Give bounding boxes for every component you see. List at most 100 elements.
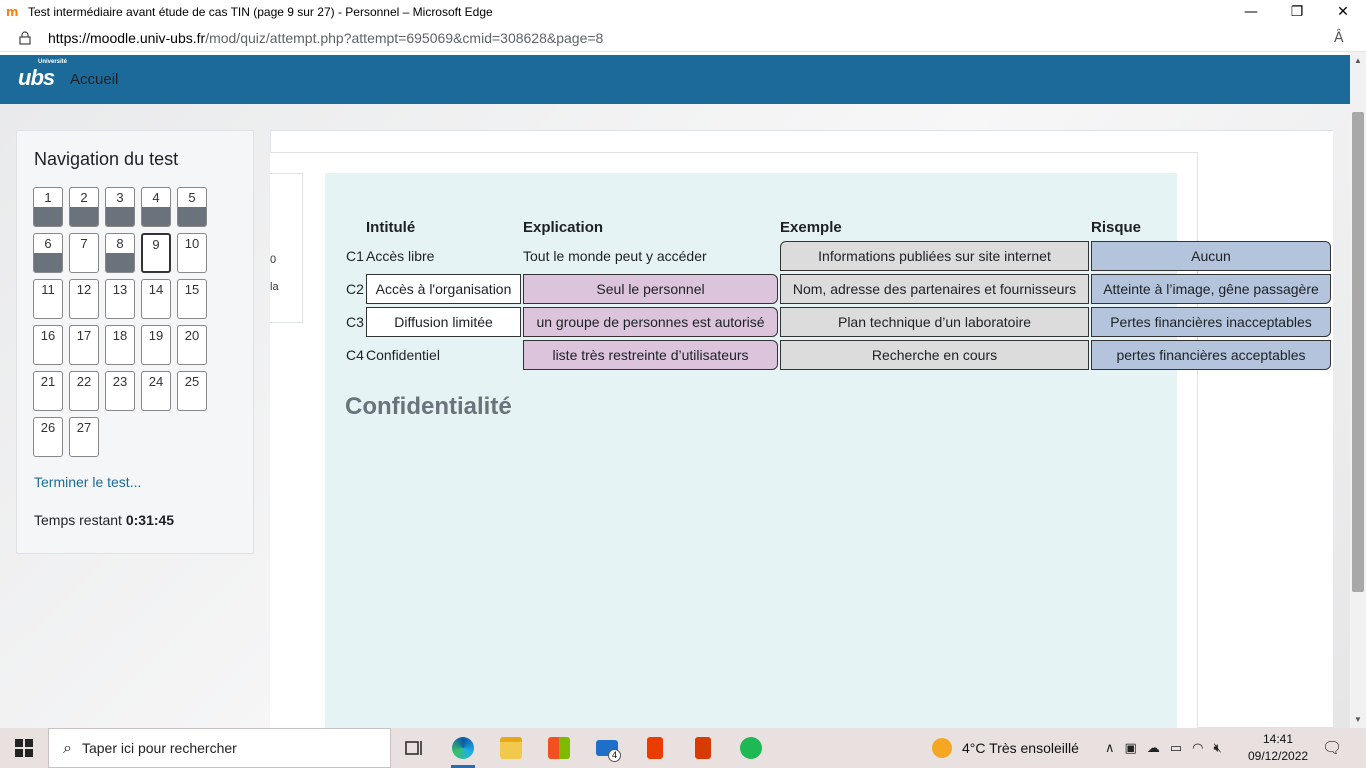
clock-time: 14:41 [1262, 732, 1294, 746]
row-code-c4: C4 [346, 347, 364, 363]
scroll-up-icon[interactable]: ▲ [1354, 56, 1362, 65]
drop-explication-c2[interactable]: Seul le personnel [523, 274, 778, 304]
question-nav-button[interactable]: 18 [105, 325, 135, 365]
office-2-icon-shape [695, 737, 711, 759]
restore-button[interactable]: ❐ [1274, 0, 1320, 24]
drop-explication-c4[interactable]: liste très restreinte d’utilisateurs [523, 340, 778, 370]
scroll-thumb[interactable] [1352, 112, 1364, 592]
drop-exemple-c2[interactable]: Nom, adresse des partenaires et fourniss… [780, 274, 1089, 304]
system-tray: ∧ ▣ ☁ ▭ ◠ 🔇︎ [1100, 728, 1227, 768]
office-icon[interactable] [631, 728, 679, 768]
header-risque: Risque [1091, 219, 1142, 236]
question-nav-button[interactable]: 17 [69, 325, 99, 365]
scroll-down-icon[interactable]: ▼ [1354, 715, 1362, 724]
wifi-icon[interactable]: ◠ [1192, 741, 1203, 756]
ubs-logo[interactable]: Université ubs [18, 59, 68, 95]
page-scrollbar[interactable]: ▲ ▼ [1350, 52, 1366, 728]
battery-icon[interactable]: ▭ [1170, 741, 1182, 756]
question-nav-button[interactable]: 2 [69, 187, 99, 227]
url-text[interactable]: https://moodle.univ-ubs.fr/mod/quiz/atte… [48, 30, 1334, 46]
minimize-button[interactable]: — [1228, 0, 1274, 24]
site-header: Université ubs Accueil [0, 55, 1350, 104]
question-nav-button[interactable]: 6 [33, 233, 63, 273]
question-nav-button[interactable]: 14 [141, 279, 171, 319]
microsoft-store-icon[interactable] [535, 728, 583, 768]
question-nav-button[interactable]: 13 [105, 279, 135, 319]
drop-risque-c1[interactable]: Aucun [1091, 241, 1331, 271]
question-nav-button[interactable]: 22 [69, 371, 99, 411]
taskbar-clock[interactable]: 14:41 09/12/2022 [1248, 731, 1308, 765]
taskbar-search-box[interactable]: ⌕ Taper ici pour rechercher [48, 728, 391, 768]
spotify-icon[interactable] [727, 728, 775, 768]
finish-attempt-link[interactable]: Terminer le test... [34, 474, 141, 490]
question-nav-button[interactable]: 24 [141, 371, 171, 411]
drop-risque-c2[interactable]: Atteinte à l’image, gêne passagère [1091, 274, 1331, 304]
folder-icon-shape [500, 737, 522, 759]
question-nav-button[interactable]: 25 [177, 371, 207, 411]
intitule-c1: Accès libre [366, 248, 435, 264]
question-nav-button[interactable]: 7 [69, 233, 99, 273]
weather-sun-icon [932, 738, 952, 758]
drop-exemple-c1[interactable]: Informations publiées sur site internet [780, 241, 1089, 271]
header-intitule: Intitulé [366, 219, 416, 236]
edge-browser-icon[interactable] [439, 728, 487, 768]
drop-intitule-c2[interactable]: Accès à l'organisation [366, 274, 521, 304]
question-nav-button[interactable]: 20 [177, 325, 207, 365]
drag-item-confidentialite[interactable]: Confidentialité [345, 393, 512, 421]
drop-explication-c3[interactable]: un groupe de personnes est autorisé [523, 307, 778, 337]
spotify-icon-shape [740, 737, 762, 759]
question-nav-button[interactable]: 27 [69, 417, 99, 457]
question-nav-button[interactable]: 26 [33, 417, 63, 457]
question-nav-button[interactable]: 15 [177, 279, 207, 319]
question-nav-button[interactable]: 3 [105, 187, 135, 227]
office-icon-shape [647, 737, 663, 759]
question-nav-button[interactable]: 8 [105, 233, 135, 273]
header-explication: Explication [523, 219, 604, 236]
question-nav-button[interactable]: 5 [177, 187, 207, 227]
moodle-favicon-icon: m [6, 5, 19, 19]
drop-risque-c3[interactable]: Pertes financières inacceptables [1091, 307, 1331, 337]
windows-taskbar: ⌕ Taper ici pour rechercher 4 4°C Très e… [0, 728, 1366, 768]
question-nav-button[interactable]: 11 [33, 279, 63, 319]
window-title-bar: m Test intermédiaire avant étude de cas … [0, 0, 1366, 24]
drop-intitule-c3[interactable]: Diffusion limitée [366, 307, 521, 337]
office-2-icon[interactable] [679, 728, 727, 768]
volume-muted-icon[interactable]: 🔇︎ [1213, 741, 1221, 756]
question-nav-button[interactable]: 9 [141, 233, 171, 273]
question-nav-button[interactable]: 1 [33, 187, 63, 227]
url-path: /mod/quiz/attempt.php?attempt=695069&cmi… [205, 29, 604, 46]
drop-exemple-c3[interactable]: Plan technique d’un laboratoire [780, 307, 1089, 337]
drop-risque-c4[interactable]: pertes financières acceptables [1091, 340, 1331, 370]
question-nav-button[interactable]: 21 [33, 371, 63, 411]
info-line-1: 0 [270, 254, 277, 266]
drop-exemple-c4[interactable]: Recherche en cours [780, 340, 1089, 370]
task-view-icon[interactable] [391, 728, 439, 768]
close-button[interactable]: ✕ [1320, 0, 1366, 24]
tray-chevron-up-icon[interactable]: ∧ [1105, 741, 1115, 756]
windows-start-icon[interactable] [0, 728, 48, 768]
question-nav-button[interactable]: 19 [141, 325, 171, 365]
quiz-navigation-block: Navigation du test 1 2 3 4 5 6 7 8 9 10 11 12 13 14 15… [16, 130, 254, 554]
timer-label: Temps restant [34, 512, 122, 528]
search-icon: ⌕ [63, 738, 72, 757]
lock-icon[interactable] [18, 30, 32, 45]
read-aloud-icon[interactable]: Â [1334, 30, 1354, 46]
question-nav-button[interactable]: 10 [177, 233, 207, 273]
question-nav-button[interactable]: 16 [33, 325, 63, 365]
onedrive-cloud-icon[interactable]: ☁ [1147, 741, 1160, 756]
notification-center-icon[interactable]: 🗨︎ [1322, 738, 1342, 757]
question-nav-button[interactable]: 23 [105, 371, 135, 411]
tray-camera-icon[interactable]: ▣ [1125, 741, 1137, 756]
row-code-c3: C3 [346, 314, 364, 330]
question-nav-button[interactable]: 4 [141, 187, 171, 227]
clock-date: 09/12/2022 [1248, 749, 1309, 763]
window-title: Test intermédiaire avant étude de cas TI… [28, 5, 493, 19]
logo-text: ubs [18, 64, 55, 90]
explication-c1: Tout le monde peut y accéder [523, 248, 707, 264]
question-nav-button[interactable]: 12 [69, 279, 99, 319]
weather-widget[interactable]: 4°C Très ensoleillé [932, 728, 1079, 768]
mail-icon[interactable]: 4 [583, 728, 631, 768]
file-explorer-icon[interactable] [487, 728, 535, 768]
address-bar[interactable]: https://moodle.univ-ubs.fr/mod/quiz/atte… [0, 24, 1366, 52]
home-link[interactable]: Accueil [70, 71, 118, 88]
